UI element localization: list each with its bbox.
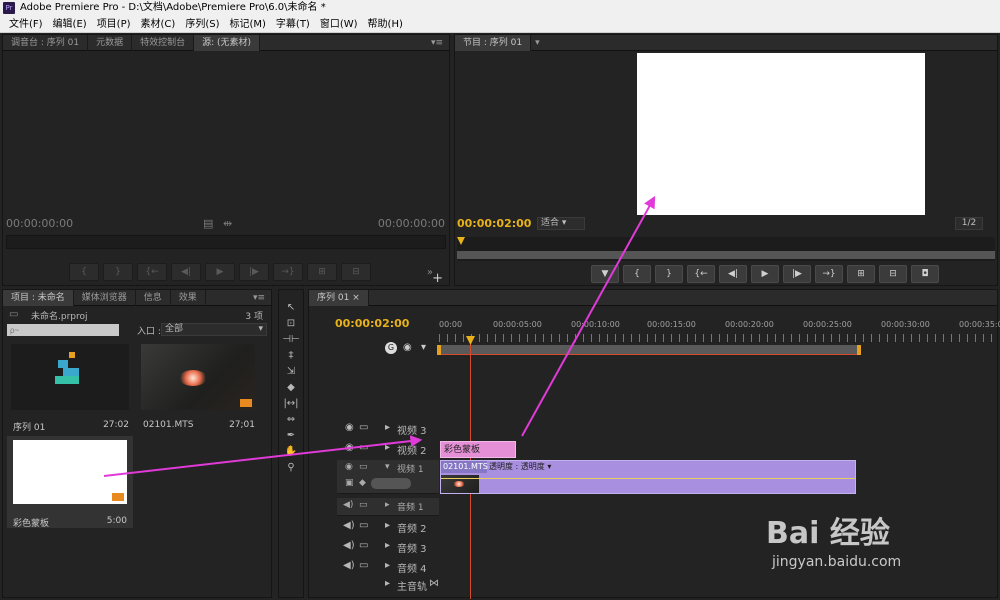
arrow-to-program	[521, 195, 656, 437]
baidu-watermark-url: jingyan.baidu.com	[772, 554, 902, 570]
baidu-watermark: Bai 经验	[766, 516, 890, 551]
arrow-to-timeline	[103, 435, 423, 477]
